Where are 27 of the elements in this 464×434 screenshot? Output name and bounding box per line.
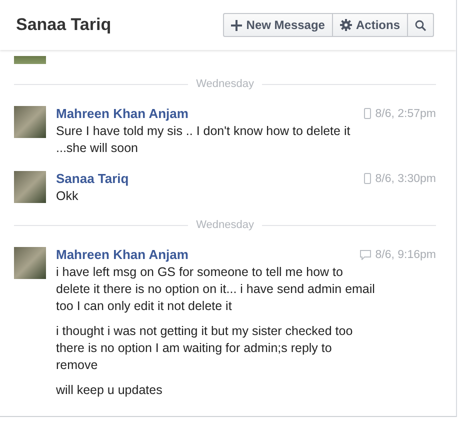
message-text: i thought i was not getting it but my sister checked too there is no option I am waiting for admin;s reply to remove	[56, 323, 354, 374]
avatar-photo	[14, 171, 46, 203]
search-icon	[415, 20, 426, 30]
sender-name[interactable]: Mahreen Khan Anjam	[56, 247, 188, 262]
avatar-photo	[14, 56, 46, 64]
actions-button[interactable]: Actions	[332, 13, 408, 37]
settings-icon	[340, 19, 352, 31]
avatar-photo	[14, 247, 46, 279]
message-text: Sure I have told my sis .. I don't know how to delete it ...she will soon	[56, 123, 352, 157]
phone-icon	[364, 173, 372, 184]
sender-name[interactable]: Mahreen Khan Anjam	[56, 106, 188, 121]
search-button[interactable]	[408, 13, 434, 37]
message-text: i have left msg on GS for someone to tell me how to delete it there is no option on it... i have send admin email too I can only edit it not delete it	[56, 264, 376, 315]
day-separator: Wednesday	[196, 78, 254, 90]
message-text: Okk	[56, 188, 80, 205]
message-text: will keep u updates	[56, 382, 164, 399]
chat-bubble-icon	[360, 250, 372, 260]
conversation-title: Sanaa Tariq	[16, 15, 112, 35]
message-time: 8/6, 9:16pm	[375, 248, 436, 260]
message-time: 8/6, 3:30pm	[375, 172, 436, 184]
sender-name[interactable]: Sanaa Tariq	[56, 171, 129, 186]
phone-icon	[364, 108, 372, 119]
new-message-button[interactable]: New Message	[223, 13, 333, 37]
plus-icon	[231, 20, 242, 30]
avatar-photo	[14, 106, 46, 138]
day-separator: Wednesday	[196, 219, 254, 231]
message-time: 8/6, 2:57pm	[375, 108, 436, 120]
